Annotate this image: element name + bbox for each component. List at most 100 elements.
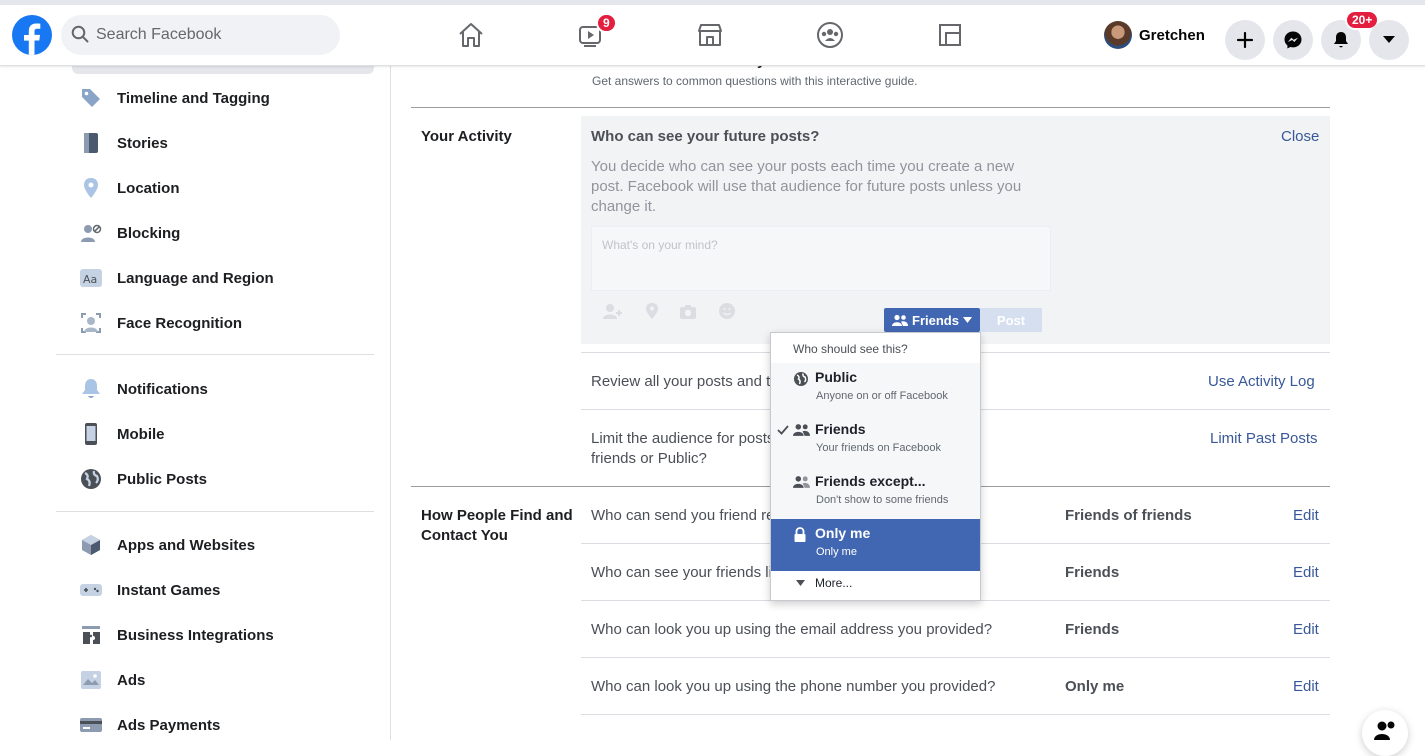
use-activity-log-link[interactable]: Use Activity Log — [1208, 373, 1315, 390]
limit-posts-text-line: friends or Public? — [591, 450, 707, 467]
setting-question: Who can look you up using the email addr… — [591, 621, 993, 638]
option-subtitle: Anyone on or off Facebook — [816, 390, 948, 402]
setting-value: Only me — [1065, 678, 1125, 695]
feeling-icon — [719, 303, 735, 319]
globe-icon — [78, 466, 104, 492]
search-box[interactable]: Search Facebook — [61, 15, 340, 55]
setting-question: Who can look you up using the phone numb… — [591, 678, 996, 695]
edit-link[interactable]: Edit — [1293, 507, 1319, 524]
sidebar-item-label: Ads — [117, 671, 146, 689]
section-divider — [411, 107, 1330, 108]
edit-link[interactable]: Edit — [1293, 564, 1319, 581]
option-subtitle: Your friends on Facebook — [816, 442, 941, 454]
friends-icon — [892, 314, 909, 326]
sidebar-item-face-recognition[interactable]: Face Recognition — [78, 308, 242, 338]
sidebar-item-notifications[interactable]: Notifications — [78, 374, 208, 404]
setting-value: Friends — [1065, 621, 1120, 638]
book-icon — [78, 130, 104, 156]
gamepad-icon — [78, 577, 104, 603]
sidebar-item-mobile[interactable]: Mobile — [78, 419, 165, 449]
create-button[interactable] — [1225, 20, 1265, 60]
sidebar-item-ads[interactable]: Ads — [78, 665, 145, 695]
credit-card-icon — [78, 712, 104, 738]
friends-icon — [793, 424, 810, 436]
audience-selector-button[interactable]: Friends — [884, 308, 980, 332]
row-divider — [581, 714, 1330, 715]
close-link[interactable]: Close — [1281, 128, 1319, 145]
setting-value: Friends — [1065, 564, 1120, 581]
blocked-user-icon — [78, 220, 104, 246]
sidebar-item-ads-payments[interactable]: Ads Payments — [78, 710, 220, 740]
sidebar-item-instant-games[interactable]: Instant Games — [78, 575, 220, 605]
setting-question: Who can see your friends li — [591, 564, 772, 581]
sidebar-item-business-integrations[interactable]: Business Integrations — [78, 620, 274, 650]
sidebar-item-location[interactable]: Location — [78, 173, 180, 203]
account-menu-button[interactable] — [1369, 20, 1409, 60]
gaming-icon[interactable] — [930, 15, 970, 55]
sidebar-item-label: Public Posts — [117, 470, 208, 488]
audience-dropdown-menu: Who should see this? Public Anyone on or… — [770, 332, 981, 601]
future-posts-title: Who can see your future posts? — [591, 128, 820, 145]
sidebar-item-label: Stories — [117, 134, 168, 152]
limit-past-posts-link[interactable]: Limit Past Posts — [1210, 430, 1318, 447]
audience-option-public[interactable]: Public Anyone on or off Facebook — [771, 363, 980, 415]
check-in-icon — [646, 303, 658, 319]
ads-icon — [78, 667, 104, 693]
profile-name: Gretchen — [1139, 26, 1205, 44]
groups-icon[interactable] — [810, 15, 850, 55]
sidebar-selected-item-remnant — [72, 66, 374, 74]
camera-icon — [680, 305, 696, 319]
search-input[interactable]: Search Facebook — [96, 26, 221, 44]
bell-icon — [1334, 32, 1348, 48]
option-subtitle: Only me — [816, 546, 857, 558]
limit-posts-text-line: Limit the audience for posts — [591, 430, 775, 447]
composer-box: What's on your mind? — [591, 226, 1051, 291]
caret-down-icon — [1383, 36, 1395, 43]
edit-link[interactable]: Edit — [1293, 621, 1319, 638]
sidebar-item-label: Face Recognition — [117, 314, 243, 332]
profile-link[interactable]: Gretchen — [1104, 20, 1205, 50]
plus-icon — [1236, 31, 1254, 49]
future-posts-description-line: post. Facebook will use that audience fo… — [591, 178, 1022, 195]
friends-except-icon — [793, 476, 810, 488]
sidebar-item-language-and-region[interactable]: Aa Language and Region — [78, 263, 274, 293]
sidebar-item-label: Language and Region — [117, 269, 274, 287]
edit-link[interactable]: Edit — [1293, 678, 1319, 695]
sidebar-item-timeline-and-tagging[interactable]: Timeline and Tagging — [78, 83, 270, 113]
audience-option-friends[interactable]: Friends Your friends on Facebook — [771, 415, 980, 467]
watch-badge: 9 — [596, 13, 617, 33]
review-posts-text: Review all your posts and th — [591, 373, 779, 390]
cube-icon — [78, 532, 104, 558]
option-title: Public — [815, 369, 858, 385]
sidebar-item-public-posts[interactable]: Public Posts — [78, 464, 207, 494]
sidebar-item-label: Business Integrations — [117, 626, 274, 644]
facebook-logo-icon[interactable] — [12, 15, 52, 55]
audience-option-more[interactable]: More... — [771, 571, 980, 601]
post-button[interactable]: Post — [980, 308, 1042, 332]
messenger-button[interactable] — [1273, 20, 1313, 60]
more-options-label: More... — [815, 576, 853, 590]
new-message-button[interactable] — [1362, 710, 1408, 756]
sidebar-item-label: Ads Payments — [117, 716, 221, 734]
search-icon — [71, 25, 89, 43]
svg-text:Aa: Aa — [83, 273, 97, 286]
lock-icon — [794, 527, 806, 542]
sidebar-item-label: Mobile — [117, 425, 165, 443]
dropdown-header: Who should see this? — [793, 342, 908, 356]
row-divider — [581, 657, 1330, 658]
language-icon: Aa — [78, 265, 104, 291]
future-posts-description-line: change it. — [591, 198, 657, 215]
sidebar-item-label: Instant Games — [117, 581, 221, 599]
home-icon[interactable] — [451, 15, 491, 55]
contacts-icon — [1374, 721, 1395, 740]
option-title: Friends — [815, 421, 866, 437]
sidebar-item-apps-and-websites[interactable]: Apps and Websites — [78, 530, 255, 560]
location-pin-icon — [78, 175, 104, 201]
marketplace-icon[interactable] — [690, 15, 730, 55]
audience-option-friends-except[interactable]: Friends except... Don't show to some fri… — [771, 467, 980, 519]
puzzle-icon — [78, 622, 104, 648]
caret-down-icon — [796, 580, 805, 586]
audience-option-only-me[interactable]: Only me Only me — [771, 519, 980, 571]
sidebar-item-stories[interactable]: Stories — [78, 128, 168, 158]
sidebar-item-blocking[interactable]: Blocking — [78, 218, 180, 248]
